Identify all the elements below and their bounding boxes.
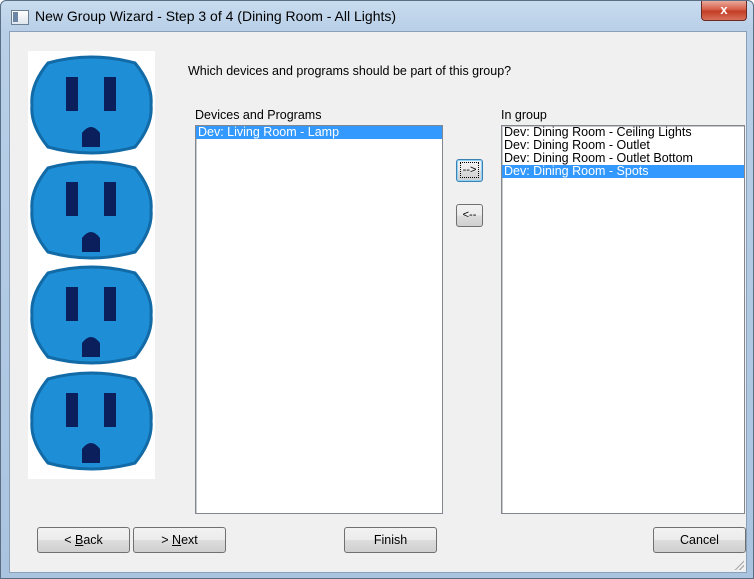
in-group-listbox[interactable]: Dev: Dining Room - Ceiling Lights Dev: D… [501,125,745,514]
list-item[interactable]: Dev: Living Room - Lamp [196,126,442,139]
outlet-illustration [28,51,155,479]
wizard-body: Which devices and programs should be par… [9,31,747,573]
available-list-label: Devices and Programs [195,108,322,122]
title-bar[interactable]: New Group Wizard - Step 3 of 4 (Dining R… [1,1,753,31]
list-item[interactable]: Dev: Dining Room - Spots [502,165,744,178]
back-button-prefix: < [64,533,75,547]
outlet-icon [30,265,153,365]
window-app-icon[interactable] [11,10,29,25]
outlet-icon [30,55,153,155]
back-button[interactable]: < Back [37,527,130,553]
next-button-mnemonic: N [172,533,182,547]
finish-button[interactable]: Finish [344,527,437,553]
cancel-button[interactable]: Cancel [653,527,746,553]
remove-from-group-label: <-- [462,209,477,221]
remove-from-group-button[interactable]: <-- [456,204,483,227]
wizard-window: New Group Wizard - Step 3 of 4 (Dining R… [0,0,754,579]
next-button-prefix: > [161,533,173,547]
page-prompt: Which devices and programs should be par… [188,64,512,78]
outlet-icon [30,371,153,471]
next-button-rest: ext [181,533,198,547]
available-listbox[interactable]: Dev: Living Room - Lamp [195,125,443,514]
next-button[interactable]: > Next [133,527,226,553]
back-button-rest: ack [83,533,103,547]
outlet-icon [30,160,153,260]
add-to-group-label: --> [459,162,480,178]
window-title: New Group Wizard - Step 3 of 4 (Dining R… [35,8,397,24]
resize-grip[interactable] [732,558,744,570]
add-to-group-button[interactable]: --> [456,159,483,182]
close-button[interactable]: x [701,1,747,21]
in-group-list-label: In group [501,108,547,122]
